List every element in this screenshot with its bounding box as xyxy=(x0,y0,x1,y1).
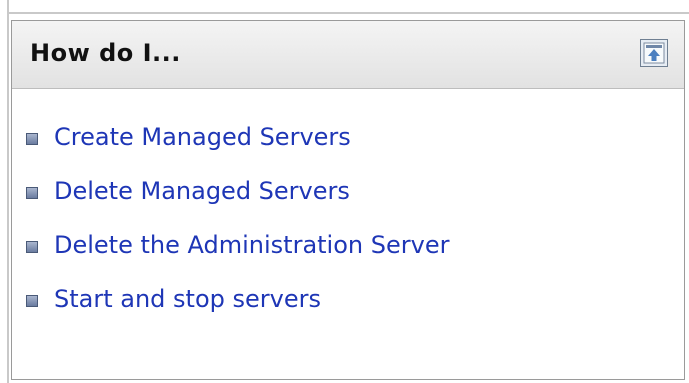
collapse-panel-button[interactable] xyxy=(640,39,668,67)
left-divider xyxy=(7,0,9,383)
panel-header: How do I... xyxy=(12,21,684,89)
bullet-square-icon xyxy=(26,241,38,253)
bullet-square-icon xyxy=(26,187,38,199)
list-item: Start and stop servers xyxy=(12,279,684,333)
page-frame: How do I... Create Managed Servers Delet… xyxy=(0,0,689,383)
bullet-square-icon xyxy=(26,295,38,307)
top-panel-edge xyxy=(9,0,689,14)
list-item: Create Managed Servers xyxy=(12,117,684,171)
delete-managed-servers-link[interactable]: Delete Managed Servers xyxy=(54,177,350,205)
list-item: Delete Managed Servers xyxy=(12,171,684,225)
list-item: Delete the Administration Server xyxy=(12,225,684,279)
create-managed-servers-link[interactable]: Create Managed Servers xyxy=(54,123,351,151)
start-and-stop-servers-link[interactable]: Start and stop servers xyxy=(54,285,321,313)
bullet-square-icon xyxy=(26,133,38,145)
how-do-i-panel: How do I... Create Managed Servers Delet… xyxy=(11,20,685,380)
collapse-panel-icon xyxy=(643,42,665,64)
how-do-i-list: Create Managed Servers Delete Managed Se… xyxy=(12,117,684,333)
delete-administration-server-link[interactable]: Delete the Administration Server xyxy=(54,231,449,259)
panel-title: How do I... xyxy=(30,39,181,67)
